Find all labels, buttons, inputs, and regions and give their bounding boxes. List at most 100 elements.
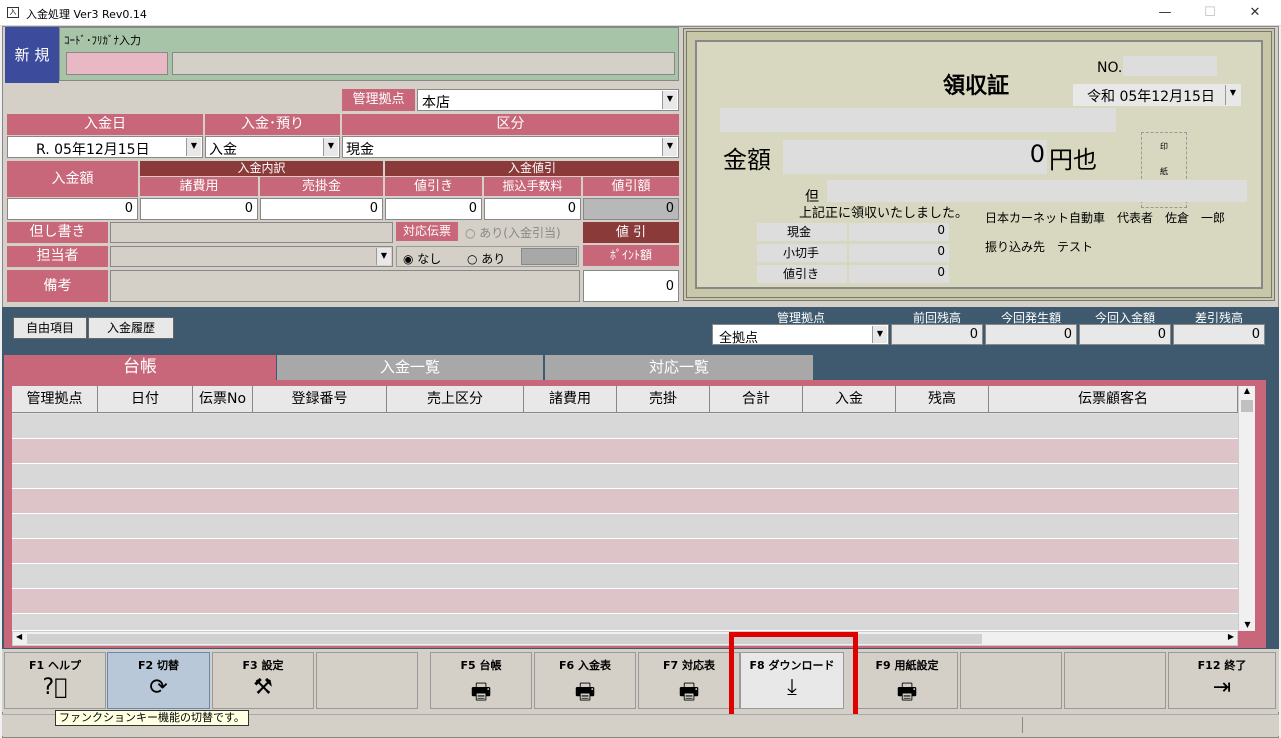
- f10-empty-button[interactable]: [960, 652, 1062, 709]
- code-input[interactable]: [66, 52, 168, 75]
- furigana-input[interactable]: [172, 52, 675, 75]
- table-row[interactable]: [12, 439, 1238, 464]
- new-button[interactable]: 新 規: [5, 27, 59, 83]
- tooltip: ファンクションキー機能の切替です。: [55, 710, 249, 726]
- diff-balance-value: 0: [1173, 324, 1265, 345]
- receipt-date: 令和 05年12月15日: [1087, 89, 1215, 105]
- code-panel: ｺｰﾄﾞ･ﾌﾘｶﾞﾅ入力: [59, 27, 679, 81]
- col-deposit[interactable]: 入金: [803, 386, 896, 413]
- highlight-box: [729, 632, 858, 724]
- misc-label: 諸費用: [140, 177, 258, 196]
- transfer-fee-input[interactable]: 0: [484, 198, 581, 220]
- f5-ledger-button[interactable]: F5 台帳 🖶: [430, 652, 532, 709]
- window-title: 入金処理 Ver3 Rev0.14: [26, 8, 147, 21]
- col-base[interactable]: 管理拠点: [12, 386, 98, 413]
- chevron-down-icon: ▼: [872, 326, 887, 343]
- close-button[interactable]: ✕: [1240, 3, 1270, 23]
- app-icon: 入: [7, 7, 19, 18]
- col-customer[interactable]: 伝票顧客名: [989, 386, 1238, 413]
- table-row[interactable]: [12, 489, 1238, 514]
- amount-input[interactable]: 0: [7, 198, 138, 220]
- deposit-type-select[interactable]: 入金 ▼: [205, 136, 340, 158]
- f1-help-button[interactable]: F1 ヘルプ ?⃝: [4, 652, 106, 709]
- receipt-disc-label: 値引き: [757, 265, 847, 283]
- table-row[interactable]: [12, 564, 1238, 589]
- table-row[interactable]: [12, 539, 1238, 564]
- tab-ledger[interactable]: 台帳: [4, 355, 276, 380]
- receipt-no-field: [1123, 56, 1217, 76]
- table-row[interactable]: [12, 589, 1238, 614]
- f7-correspondence-button[interactable]: F7 対応表 🖶: [638, 652, 740, 709]
- note-input[interactable]: [110, 222, 393, 243]
- printer-icon: 🖶: [574, 680, 596, 705]
- function-key-bar: F1 ヘルプ ?⃝ F2 切替 ⟳ F3 設定 ⚒ F5 台帳 🖶 F6 入金表…: [2, 649, 1279, 712]
- receivable-input[interactable]: 0: [260, 198, 383, 220]
- chevron-down-icon: ▼: [376, 248, 391, 265]
- radio-ari-deposit[interactable]: ○ あり(入金引当): [465, 224, 561, 241]
- table-row[interactable]: [12, 614, 1238, 631]
- misc-input[interactable]: 0: [140, 198, 258, 220]
- tab-deposit-list[interactable]: 入金一覧: [277, 355, 543, 380]
- lower-base-select[interactable]: 全拠点 ▼: [712, 324, 889, 346]
- discount-amount-label: 値引額: [583, 177, 679, 196]
- col-date[interactable]: 日付: [98, 386, 193, 413]
- radio-ari[interactable]: ○ あり: [467, 250, 505, 267]
- history-button[interactable]: 入金履歴: [88, 317, 174, 339]
- note-label: 但し書き: [7, 222, 108, 243]
- chevron-down-icon: ▼: [662, 138, 677, 156]
- deposit-date-select[interactable]: R. 05年12月15日 ▼: [7, 136, 203, 158]
- col-reg-no[interactable]: 登録番号: [253, 386, 387, 413]
- staff-label: 担当者: [7, 246, 108, 267]
- col-sales-category[interactable]: 売上区分: [387, 386, 524, 413]
- base-value: 本店: [422, 95, 450, 111]
- discount-input[interactable]: 0: [385, 198, 482, 220]
- f4-empty-button[interactable]: [316, 652, 418, 709]
- table-row[interactable]: [12, 414, 1238, 439]
- receipt-transfer: 振り込み先 テスト: [985, 240, 1094, 254]
- radio-nashi[interactable]: ◉ なし: [403, 250, 441, 267]
- deposit-date-value: R. 05年12月15日: [36, 142, 150, 158]
- help-icon: ?⃝: [42, 675, 68, 700]
- f3-settings-button[interactable]: F3 設定 ⚒: [212, 652, 314, 709]
- col-total[interactable]: 合計: [710, 386, 803, 413]
- f9-paper-settings-button[interactable]: F9 用紙設定 🖶: [856, 652, 958, 709]
- remarks-input[interactable]: [110, 270, 580, 302]
- category-select[interactable]: 現金 ▼: [342, 136, 679, 158]
- maximize-button[interactable]: ☐: [1195, 3, 1225, 23]
- vertical-scrollbar[interactable]: ▲ ▼: [1238, 386, 1255, 631]
- transfer-fee-label: 振込手数料: [484, 177, 581, 196]
- title-bar: 入 入金処理 Ver3 Rev0.14 — ☐ ✕: [0, 0, 1281, 26]
- point-input[interactable]: 0: [583, 270, 679, 302]
- table-row[interactable]: [12, 464, 1238, 489]
- remarks-label: 備考: [7, 270, 108, 302]
- minimize-button[interactable]: —: [1150, 3, 1180, 23]
- receipt-note-field: [827, 180, 1247, 202]
- point-label: ﾎﾟｲﾝﾄ額: [583, 245, 679, 266]
- f6-deposit-sheet-button[interactable]: F6 入金表 🖶: [534, 652, 636, 709]
- receipt-date-select[interactable]: 令和 05年12月15日 ▼: [1073, 84, 1241, 106]
- col-voucher-no[interactable]: 伝票No: [193, 386, 253, 413]
- staff-select[interactable]: ▼: [110, 246, 393, 267]
- f11-empty-button[interactable]: [1064, 652, 1166, 709]
- discount-button[interactable]: 値 引: [583, 222, 679, 243]
- receipt-amount-value: 0: [783, 140, 1047, 174]
- receipt-name-field: [720, 108, 1116, 132]
- discount-amount-value: 0: [583, 198, 679, 220]
- breakdown-label: 入金内訳: [140, 161, 383, 176]
- free-items-button[interactable]: 自由項目: [13, 317, 87, 339]
- receipt-cash-label: 現金: [757, 223, 847, 241]
- chevron-down-icon: ▼: [662, 91, 677, 109]
- col-receivable[interactable]: 売掛: [617, 386, 710, 413]
- table-row[interactable]: [12, 514, 1238, 539]
- col-misc[interactable]: 諸費用: [524, 386, 617, 413]
- receipt-received: 上記正に領収いたしました。: [799, 206, 969, 221]
- horizontal-scrollbar[interactable]: ◀ ▶: [12, 631, 1238, 646]
- deposit-type-label: 入金･預り: [205, 114, 340, 135]
- tab-correspondence-list[interactable]: 対応一覧: [545, 355, 813, 380]
- f12-exit-button[interactable]: F12 終了 ⇥: [1168, 652, 1276, 709]
- f2-switch-button[interactable]: F2 切替 ⟳: [107, 652, 210, 709]
- scroll-thumb[interactable]: [1241, 400, 1253, 412]
- base-select[interactable]: 本店 ▼: [417, 89, 679, 111]
- receipt-no-label: NO.: [1097, 60, 1123, 76]
- col-balance[interactable]: 残高: [896, 386, 989, 413]
